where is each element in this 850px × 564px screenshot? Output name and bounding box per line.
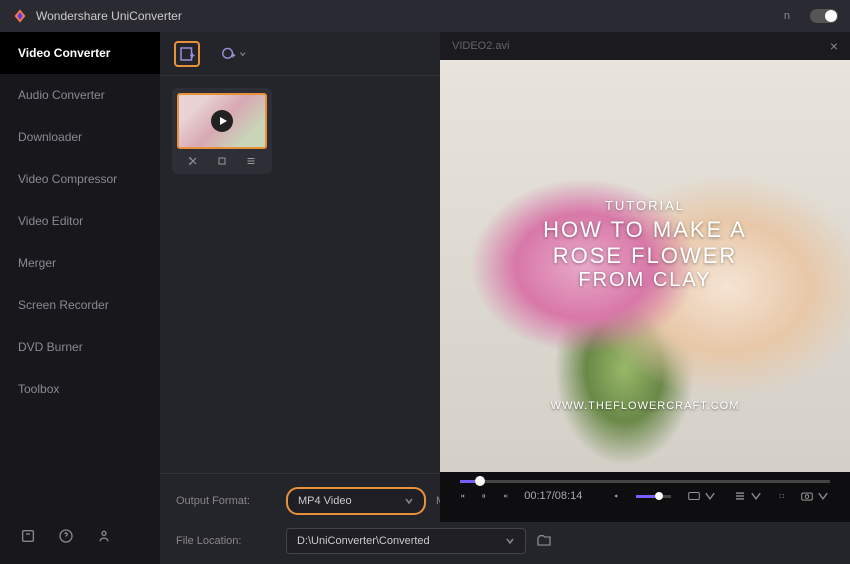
overlay-title-2: FROM CLAY: [543, 269, 748, 292]
seek-bar[interactable]: [460, 480, 830, 483]
sidebar: Video Converter Audio Converter Download…: [0, 32, 160, 564]
app-logo-icon: [12, 8, 28, 24]
snapshot-icon[interactable]: [800, 489, 830, 503]
file-location-select[interactable]: D:\UniConverter\Converted: [286, 528, 526, 554]
file-location-label: File Location:: [176, 535, 276, 547]
account-icon[interactable]: [96, 528, 112, 544]
video-preview-panel: VIDEO2.avi × TUTORIAL HOW TO MAKE A ROSE…: [440, 32, 850, 522]
preview-filename: VIDEO2.avi: [452, 40, 509, 52]
video-thumbnail[interactable]: [177, 93, 267, 149]
video-thumbnail-card[interactable]: [172, 88, 272, 174]
settings-icon[interactable]: [733, 489, 763, 503]
sidebar-item-screen-recorder[interactable]: Screen Recorder: [0, 284, 160, 326]
video-overlay-text: TUTORIAL HOW TO MAKE A ROSE FLOWER FROM …: [543, 198, 748, 292]
sidebar-item-audio-converter[interactable]: Audio Converter: [0, 74, 160, 116]
titlebar-toggle[interactable]: [810, 9, 838, 23]
seek-fill: [460, 480, 475, 483]
content-area: ert Output Format: MP4 Video Merge All F…: [160, 32, 850, 564]
overlay-title-1: HOW TO MAKE A ROSE FLOWER: [543, 217, 748, 269]
video-controls: 00:17/08:14: [440, 472, 850, 522]
subtitle-icon[interactable]: [687, 489, 717, 503]
titlebar-toggle-label: n: [784, 10, 790, 22]
overlay-subtitle: TUTORIAL: [543, 198, 748, 213]
sidebar-item-dvd-burner[interactable]: DVD Burner: [0, 326, 160, 368]
output-format-select[interactable]: MP4 Video: [286, 487, 426, 515]
file-location-value: D:\UniConverter\Converted: [297, 535, 430, 547]
thumbnail-toolbar: [177, 149, 267, 169]
play-icon[interactable]: [211, 110, 233, 132]
chevron-down-icon: [505, 536, 515, 546]
next-icon[interactable]: [503, 489, 508, 503]
close-icon[interactable]: ×: [830, 38, 838, 54]
add-file-button[interactable]: [174, 41, 200, 67]
crop-icon[interactable]: [216, 155, 228, 167]
titlebar: Wondershare UniConverter n: [0, 0, 850, 32]
volume-thumb[interactable]: [655, 492, 663, 500]
sidebar-footer: [0, 508, 160, 564]
prev-icon[interactable]: [460, 489, 465, 503]
guide-icon[interactable]: [20, 528, 36, 544]
volume-icon[interactable]: [614, 489, 619, 503]
preview-video[interactable]: TUTORIAL HOW TO MAKE A ROSE FLOWER FROM …: [440, 60, 850, 472]
output-format-value: MP4 Video: [298, 495, 352, 507]
chevron-down-icon: [404, 496, 414, 506]
trim-icon[interactable]: [187, 155, 199, 167]
help-icon[interactable]: [58, 528, 74, 544]
add-dvd-button[interactable]: [220, 41, 246, 67]
app-title: Wondershare UniConverter: [36, 9, 182, 23]
time-display: 00:17/08:14: [524, 490, 582, 502]
output-format-label: Output Format:: [176, 495, 276, 507]
sidebar-item-downloader[interactable]: Downloader: [0, 116, 160, 158]
list-icon[interactable]: [245, 155, 257, 167]
sidebar-item-video-compressor[interactable]: Video Compressor: [0, 158, 160, 200]
sidebar-item-video-converter[interactable]: Video Converter: [0, 32, 160, 74]
preview-header: VIDEO2.avi ×: [440, 32, 850, 60]
volume-bar[interactable]: [636, 495, 671, 498]
pause-icon[interactable]: [481, 489, 486, 503]
folder-icon[interactable]: [536, 533, 552, 549]
sidebar-item-merger[interactable]: Merger: [0, 242, 160, 284]
sidebar-item-video-editor[interactable]: Video Editor: [0, 200, 160, 242]
fullscreen-icon[interactable]: [779, 489, 784, 503]
seek-thumb[interactable]: [475, 476, 485, 486]
sidebar-item-toolbox[interactable]: Toolbox: [0, 368, 160, 410]
overlay-url: WWW.THEFLOWERCRAFT.COM: [551, 400, 740, 412]
volume-fill: [636, 495, 655, 498]
